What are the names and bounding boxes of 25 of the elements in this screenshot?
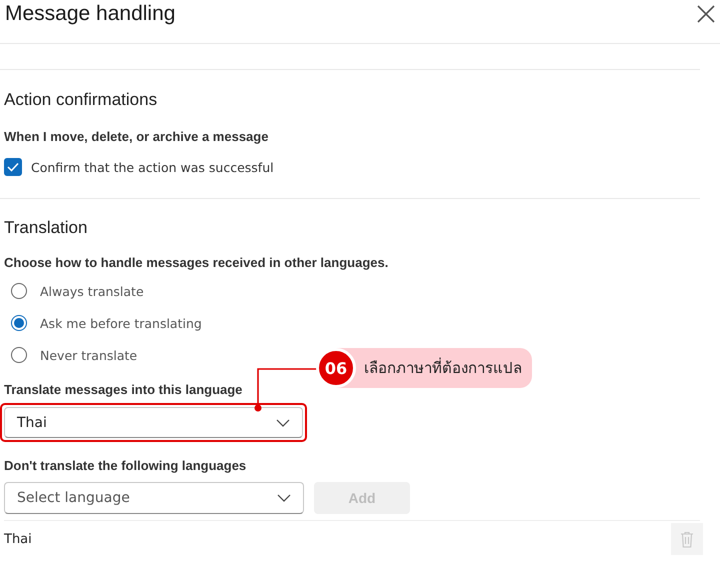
language-select-dropdown[interactable]: Select language — [4, 482, 304, 514]
radio-label: Ask me before translating — [40, 316, 202, 330]
trash-icon — [680, 530, 694, 548]
checkbox-label: Confirm that the action was successful — [31, 160, 274, 174]
chevron-down-icon — [276, 418, 290, 426]
checkmark-icon — [7, 162, 19, 172]
section-heading: Action confirmations — [4, 90, 158, 110]
setting-label: When I move, delete, or archive a message — [4, 129, 270, 144]
setting-label: Translate messages into this language — [4, 382, 244, 397]
confirm-checkbox[interactable]: Confirm that the action was successful — [4, 158, 700, 176]
radio-button[interactable] — [11, 347, 27, 363]
step-number: 06 — [316, 348, 356, 388]
radio-label: Never translate — [40, 348, 138, 362]
radio-button[interactable] — [11, 283, 27, 299]
radio-button[interactable] — [11, 315, 27, 331]
chevron-down-icon — [277, 494, 291, 502]
setting-label: Don't translate the following languages — [4, 458, 248, 473]
setting-label: Choose how to handle messages received in other languages. — [4, 255, 390, 270]
panel-title: Message handling — [5, 2, 176, 26]
close-icon[interactable] — [697, 4, 715, 22]
radio-label: Always translate — [40, 284, 144, 298]
section-heading: Translation — [4, 218, 88, 238]
checkbox[interactable] — [4, 158, 22, 176]
language-dropdown[interactable]: Thai — [4, 407, 303, 438]
language-name: Thai — [4, 532, 32, 546]
